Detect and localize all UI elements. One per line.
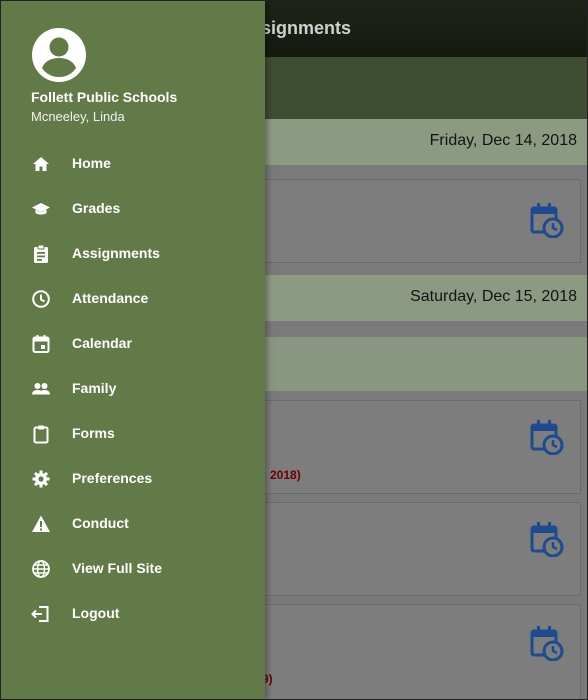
assignment-card[interactable]: 2018)	[257, 400, 581, 494]
user-name: Mcneeley, Linda	[31, 109, 125, 124]
clipboard-icon	[33, 425, 49, 444]
calendar-clock-icon	[530, 203, 564, 238]
menu-item-assignments[interactable]: Assignments	[1, 234, 265, 274]
clipboard-list-icon	[34, 244, 48, 263]
menu-item-label: Assignments	[72, 245, 160, 261]
menu-item-label: Preferences	[72, 470, 153, 486]
calendar-clock-icon	[530, 626, 564, 661]
gear-icon	[32, 470, 50, 488]
menu-item-grades[interactable]: Grades	[1, 189, 265, 229]
menu-item-forms[interactable]: Forms	[1, 414, 265, 454]
menu-item-home[interactable]: Home	[1, 144, 265, 184]
menu-item-logout[interactable]: Logout	[1, 594, 265, 634]
menu-item-label: Grades	[72, 200, 121, 216]
home-icon	[33, 157, 49, 171]
date-label: Saturday, Dec 15, 2018	[410, 288, 577, 305]
menu-item-conduct[interactable]: Conduct	[1, 504, 265, 544]
assignment-card[interactable]: )	[257, 502, 581, 596]
graduation-cap-icon	[32, 203, 50, 215]
app-frame: ssignments ⌄ Friday, Dec 14, 2018 Saturd…	[0, 0, 588, 700]
menu-item-label: View Full Site	[72, 560, 162, 576]
menu-item-label: Attendance	[72, 290, 149, 306]
globe-icon	[32, 560, 50, 578]
menu-item-calendar[interactable]: Calendar	[1, 324, 265, 364]
menu-item-view-full-site[interactable]: View Full Site	[1, 549, 265, 589]
menu-item-label: Conduct	[72, 515, 129, 531]
logout-icon	[31, 606, 49, 622]
calendar-clock-icon	[530, 420, 564, 455]
date-label: Friday, Dec 14, 2018	[429, 132, 577, 149]
people-icon	[32, 383, 50, 395]
menu-item-family[interactable]: Family	[1, 369, 265, 409]
menu-item-label: Calendar	[72, 335, 132, 351]
warning-icon	[32, 515, 50, 532]
menu-item-attendance[interactable]: Attendance	[1, 279, 265, 319]
menu-item-preferences[interactable]: Preferences	[1, 459, 265, 499]
menu-item-label: Logout	[72, 605, 120, 621]
menu-item-label: Forms	[72, 425, 115, 441]
calendar-icon	[32, 335, 50, 353]
calendar-clock-icon	[530, 522, 564, 557]
assignment-card[interactable]	[257, 179, 581, 263]
clock-icon	[32, 290, 50, 308]
navigation-drawer: Follett Public Schools Mcneeley, Linda H…	[1, 1, 265, 699]
menu-item-label: Home	[72, 155, 111, 171]
menu-item-label: Family	[72, 380, 117, 396]
assignment-card[interactable]: 9)	[257, 604, 581, 699]
header-title: ssignments	[251, 18, 352, 38]
organization-name: Follett Public Schools	[31, 89, 178, 105]
avatar-icon	[32, 28, 86, 82]
due-date-text: 2018)	[270, 468, 301, 482]
